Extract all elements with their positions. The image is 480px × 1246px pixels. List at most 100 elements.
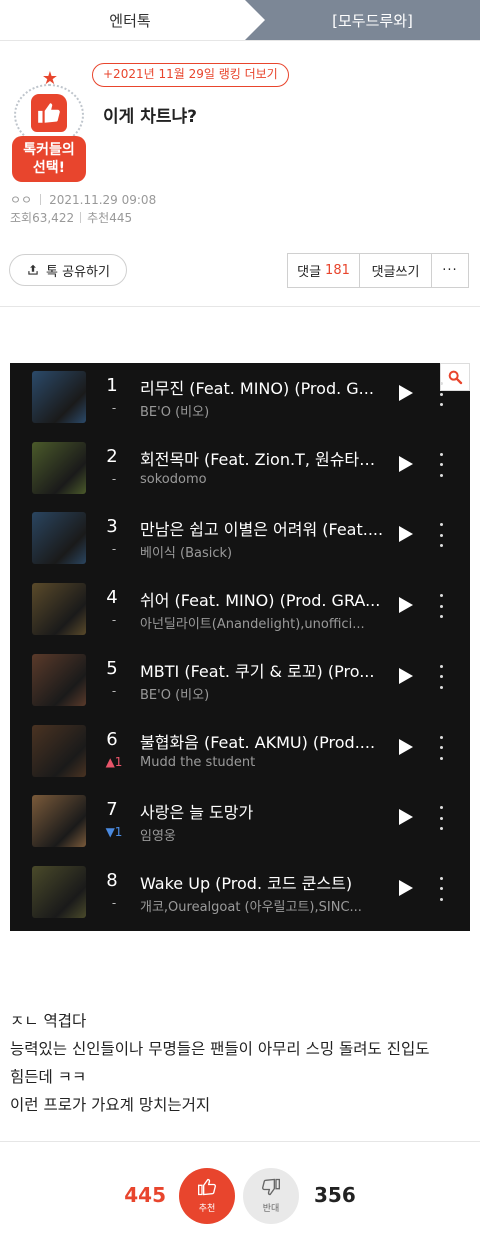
post-title: 이게 차트냐? [103, 107, 197, 127]
chart-row[interactable]: 6 ▲1 불협화음 (Feat. AKMU) (Prod.... Mudd the s… [10, 721, 470, 792]
chart-row[interactable]: 5 - MBTI (Feat. 쿠기 & 로꼬) (Pro... BE'O (비오) [10, 650, 470, 721]
post-date: 2021.11.29 09:08 [49, 193, 157, 207]
chart-screenshot: 1 - 리무진 (Feat. MINO) (Prod. G... BE'O (비오) 2… [10, 363, 470, 931]
more-vert-icon[interactable] [438, 452, 444, 477]
song-artist: 베이식 (Basick) [140, 546, 233, 562]
downvote-button[interactable]: 반대 [243, 1168, 299, 1224]
chart-row[interactable]: 1 - 리무진 (Feat. MINO) (Prod. G... BE'O (비오) [10, 367, 470, 438]
recommend-label: 추천 [87, 211, 110, 225]
song-artist: BE'O (비오) [140, 687, 210, 703]
share-label: 톡 공유하기 [46, 264, 110, 280]
tab-everyone[interactable]: [모두드루와] [245, 0, 480, 40]
rank-change: - [111, 613, 117, 628]
play-icon[interactable] [399, 879, 413, 896]
views-count: 63,422 [32, 211, 75, 225]
recommend-count: 445 [109, 211, 133, 225]
chart-row[interactable]: 8 - Wake Up (Prod. 코드 쿤스트) 개코,Ourealgoat (아… [10, 862, 470, 933]
share-icon [28, 264, 38, 275]
play-icon[interactable] [399, 526, 413, 543]
more-button[interactable]: ··· [432, 254, 468, 287]
views-label: 조회 [10, 211, 33, 225]
meta-separator [80, 212, 82, 223]
more-vert-icon[interactable] [438, 382, 444, 406]
song-title: 쉬어 (Feat. MINO) (Prod. GRA... [140, 591, 381, 611]
song-artist: sokodomo [140, 471, 207, 487]
chart-row[interactable]: 2 - 회전목마 (Feat. Zion.T, 원슈타… sokodomo [10, 438, 470, 509]
song-title: Wake Up (Prod. 코드 쿤스트) [140, 873, 353, 893]
song-title: 사랑은 늘 도망가 [140, 803, 254, 823]
play-icon[interactable] [399, 667, 413, 684]
chart-row[interactable]: 3 - 만남은 쉽고 이별은 어려워 (Feat.... 베이식 (Basick) [10, 508, 470, 579]
badge-label-line2: 선택! [32, 160, 66, 176]
rank-change: - [111, 401, 117, 415]
song-artist: 아넌딜라이트(Anandelight),unoffici... [140, 617, 365, 633]
divider [0, 1141, 480, 1142]
comments-count: 181 [325, 263, 350, 278]
talker-choice-badge: ★ 톡커들의 선택! [10, 70, 88, 182]
rank-number: 5 [106, 657, 118, 679]
body-line: 이런 프로가 가요계 망치는거지 [10, 1096, 211, 1114]
meta-separator [40, 194, 42, 205]
album-art [32, 653, 86, 706]
upvote-button[interactable]: 추천 [179, 1168, 235, 1224]
ranking-link[interactable]: +2021년 11월 29일 랭킹 더보기 [92, 63, 289, 87]
more-vert-icon[interactable] [438, 594, 444, 619]
album-art [32, 865, 86, 918]
more-vert-icon[interactable] [438, 664, 444, 689]
rank-change: - [111, 471, 117, 486]
more-vert-icon[interactable] [438, 806, 444, 831]
thumbs-down-icon [261, 1177, 281, 1201]
rank-number: 4 [106, 587, 118, 609]
more-vert-icon[interactable] [438, 523, 444, 548]
song-title: 불협화음 (Feat. AKMU) (Prod.... [140, 732, 376, 752]
rank-change: ▲1 [105, 754, 123, 769]
rank-change: ▼1 [105, 825, 123, 840]
play-icon[interactable] [399, 809, 413, 826]
upvote-count: 445 [124, 1183, 166, 1207]
divider [0, 40, 480, 41]
divider [0, 306, 480, 307]
downvote-count: 356 [314, 1183, 356, 1207]
tab-entertalk[interactable]: 엔터톡 [0, 0, 260, 40]
rank-number: 1 [106, 375, 118, 396]
song-artist: 임영웅 [140, 829, 176, 845]
comments-button[interactable]: 댓글 181 [288, 254, 360, 287]
chart-row[interactable]: 7 ▼1 사랑은 늘 도망가임영웅 [10, 791, 470, 862]
rank-number: 2 [106, 445, 118, 467]
album-art [32, 441, 86, 494]
write-comment-button[interactable]: 댓글쓰기 [360, 254, 432, 287]
post-meta: ㅇㅇ 2021.11.29 09:08 [10, 191, 156, 208]
comments-label: 댓글 [297, 265, 322, 280]
post-body: ㅈㄴ 역겹다 능력있는 신인들이나 무명들은 팬들이 아무리 스밍 돌려도 진입… [10, 1007, 470, 1119]
rank-change: - [111, 683, 117, 698]
rank-change: - [111, 542, 117, 557]
thumbs-up-icon [197, 1177, 217, 1201]
body-line: 힘든데 ㅋㅋ [10, 1068, 87, 1086]
share-button[interactable]: 톡 공유하기 [9, 254, 127, 286]
album-art [32, 371, 86, 423]
rank-number: 7 [106, 799, 118, 821]
badge-label-line1: 톡커들의 [23, 142, 75, 158]
song-artist: BE'O (비오) [140, 405, 210, 420]
song-artist: Mudd the student [140, 754, 256, 770]
upvote-label: 추천 [198, 1204, 216, 1214]
author[interactable]: ㅇㅇ [10, 193, 32, 207]
chart-row[interactable]: 4 - 쉬어 (Feat. MINO) (Prod. GRA... 아넌딜라이트(An… [10, 579, 470, 650]
play-icon[interactable] [399, 597, 413, 614]
rank-number: 3 [106, 516, 118, 538]
play-icon[interactable] [399, 738, 413, 755]
song-title: 회전목마 (Feat. Zion.T, 원슈타… [140, 449, 376, 469]
play-icon[interactable] [399, 385, 413, 401]
thumbs-up-icon [31, 94, 67, 132]
rank-change: - [111, 895, 117, 910]
post-stats: 조회63,422 추천445 [10, 209, 132, 226]
song-title: MBTI (Feat. 쿠기 & 로꼬) (Pro... [140, 661, 375, 681]
rank-number: 8 [106, 869, 118, 891]
play-icon[interactable] [399, 455, 413, 472]
top-nav: 엔터톡 [모두드루와] [0, 0, 480, 40]
song-artist: 개코,Ourealgoat (아우릴고트),SINC... [140, 899, 362, 915]
more-vert-icon[interactable] [438, 735, 444, 760]
album-art [32, 795, 86, 848]
more-vert-icon[interactable] [438, 876, 444, 901]
song-title: 만남은 쉽고 이별은 어려워 (Feat.... [140, 520, 384, 540]
